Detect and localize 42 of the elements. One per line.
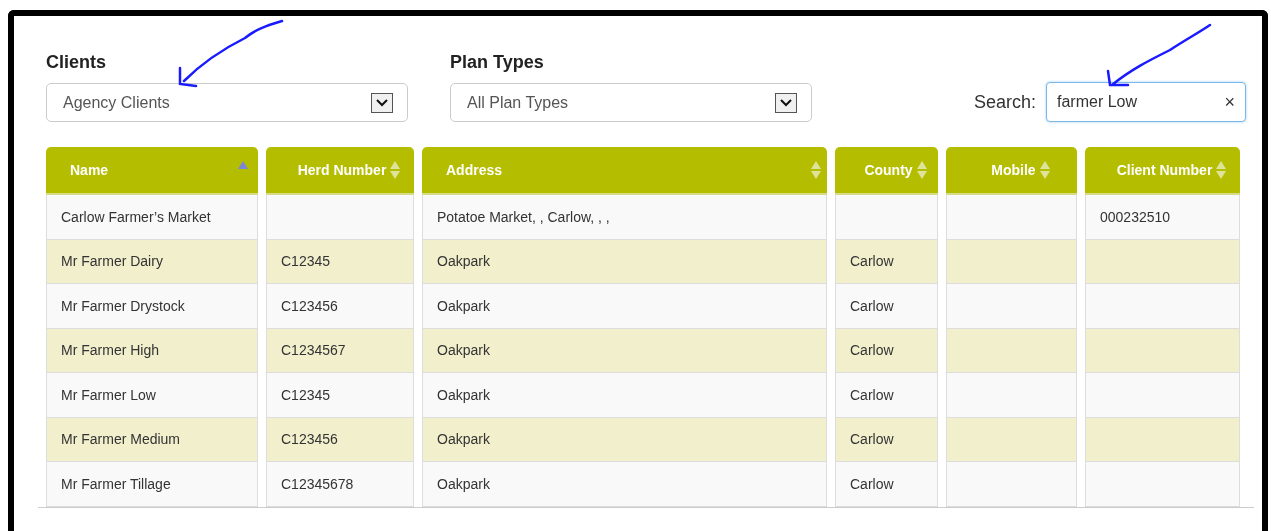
dropdown-field[interactable]: Agency Clients — [46, 83, 408, 122]
table-cell: Oakpark — [422, 284, 827, 329]
table-cell: Mr Farmer Drystock — [46, 284, 258, 329]
table-cell: Carlow Farmer’s Market — [46, 195, 258, 240]
table-cell: Oakpark — [422, 373, 827, 418]
filter-label: Clients — [46, 52, 107, 73]
search-label: Search: — [973, 91, 1036, 113]
filter-label: Plan Types — [450, 52, 545, 73]
table-cell: Carlow — [835, 328, 938, 373]
column-header[interactable]: Client Number — [1085, 147, 1240, 195]
chevron-down-icon[interactable] — [775, 92, 797, 113]
table-cell: Oakpark — [422, 328, 827, 373]
table-cell: Oakpark — [422, 239, 827, 284]
table-cell: Mr Farmer Medium — [46, 417, 258, 462]
table-cell: 000232510 — [1085, 195, 1240, 240]
table-cell: Carlow — [835, 239, 938, 284]
table-cell: Potatoe Market, , Carlow, , , — [422, 195, 827, 240]
search-field[interactable]: farmer Low × — [1046, 82, 1246, 122]
table-cell: Carlow — [835, 417, 938, 462]
column-header[interactable]: Herd Number — [266, 147, 414, 195]
dropdown-field[interactable]: All Plan Types — [450, 83, 812, 122]
table-cell: C123456 — [266, 417, 414, 462]
table-cell: C123456 — [266, 284, 414, 329]
table-cell: Mr Farmer Tillage — [46, 462, 258, 507]
table-cell: Carlow — [835, 373, 938, 418]
table-cell: Mr Farmer Low — [46, 373, 258, 418]
table-cell: C12345678 — [266, 462, 414, 507]
table-cell: Oakpark — [422, 462, 827, 507]
table-cell: Carlow — [835, 284, 938, 329]
column-header[interactable]: Mobile — [946, 147, 1077, 195]
table-cell: Mr Farmer High — [46, 328, 258, 373]
column-header[interactable]: Name — [46, 147, 258, 195]
table-cell: C12345 — [266, 239, 414, 284]
table-cell: Mr Farmer Dairy — [46, 239, 258, 284]
column-header[interactable]: County — [835, 147, 938, 195]
column-header[interactable]: Address — [422, 147, 827, 195]
table-cell: Carlow — [835, 462, 938, 507]
clear-button[interactable]: × — [1224, 91, 1235, 113]
table-cell: Oakpark — [422, 417, 827, 462]
chevron-down-icon[interactable] — [371, 92, 393, 113]
table-cell: C12345 — [266, 373, 414, 418]
table-cell: C1234567 — [266, 328, 414, 373]
